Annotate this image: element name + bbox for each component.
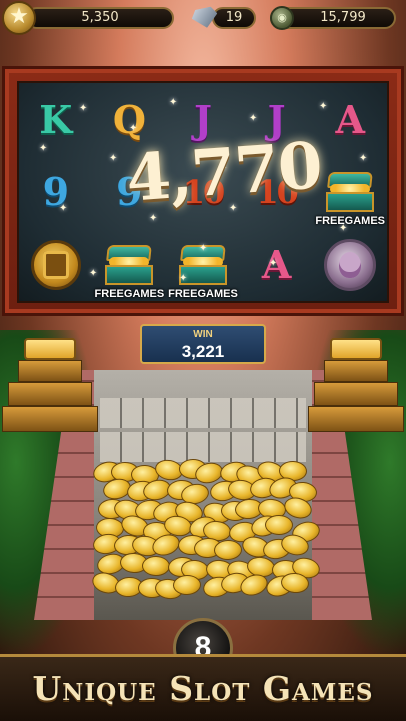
gold-coin bbox=[172, 574, 201, 596]
temple-roof bbox=[24, 338, 76, 360]
gold-coin bbox=[213, 539, 243, 561]
gems-value: 19 bbox=[225, 10, 243, 25]
top-hud: 5,350 ★ 19 15,799 ◉ bbox=[0, 0, 406, 36]
temple-left bbox=[2, 338, 98, 434]
reel-symbol-k: K bbox=[39, 96, 73, 142]
xp-value: 5,350 bbox=[81, 10, 119, 25]
gold-coin-pile bbox=[88, 457, 323, 608]
slot-machine-frame: K Q J J A 9 9 10 10 FREEGAMES FREEGAMES FREEGAMES A … bbox=[2, 66, 404, 316]
gold-coin bbox=[264, 514, 293, 536]
treasure-chest-icon bbox=[103, 244, 155, 285]
win-panel: WIN 3,221 bbox=[140, 324, 266, 364]
freegames-label: FREEGAMES bbox=[315, 215, 386, 228]
slot-reels-window[interactable]: K Q J J A 9 9 10 10 FREEGAMES FREEGAMES FREEGAMES A … bbox=[17, 81, 389, 303]
freegames-label: FREEGAMES bbox=[168, 287, 238, 300]
big-win-amount: 4,770 bbox=[123, 128, 325, 217]
reel-symbol-freegames-chest: FREEGAMES bbox=[93, 228, 167, 301]
gems-counter[interactable]: 19 bbox=[212, 7, 256, 29]
mayan-pattern-row bbox=[100, 398, 306, 428]
win-value: 3,221 bbox=[181, 342, 225, 361]
win-label: WIN bbox=[193, 329, 213, 340]
coin-icon: ◉ bbox=[270, 6, 294, 30]
treasure-chest-icon bbox=[177, 244, 229, 285]
gold-mask-icon bbox=[30, 239, 81, 290]
reel-symbol-gold-mask bbox=[19, 228, 93, 301]
reel-symbol-freegames-chest: FREEGAMES bbox=[166, 228, 240, 301]
goddess-icon bbox=[324, 238, 377, 291]
temple-right bbox=[308, 338, 404, 434]
reel-symbol-a: A bbox=[261, 242, 292, 288]
banner-title: Unique Slot Games bbox=[32, 669, 374, 708]
title-banner: Unique Slot Games bbox=[0, 654, 406, 721]
treasure-chest-icon bbox=[324, 171, 376, 212]
reel-symbol-9: 9 bbox=[42, 169, 70, 215]
temple-roof bbox=[330, 338, 382, 360]
reel-symbol-goddess bbox=[313, 228, 387, 301]
coins-value: 15,799 bbox=[320, 10, 366, 25]
xp-counter[interactable]: 5,350 bbox=[26, 7, 174, 29]
gold-coin bbox=[142, 555, 171, 577]
star-icon[interactable]: ★ bbox=[2, 1, 36, 35]
